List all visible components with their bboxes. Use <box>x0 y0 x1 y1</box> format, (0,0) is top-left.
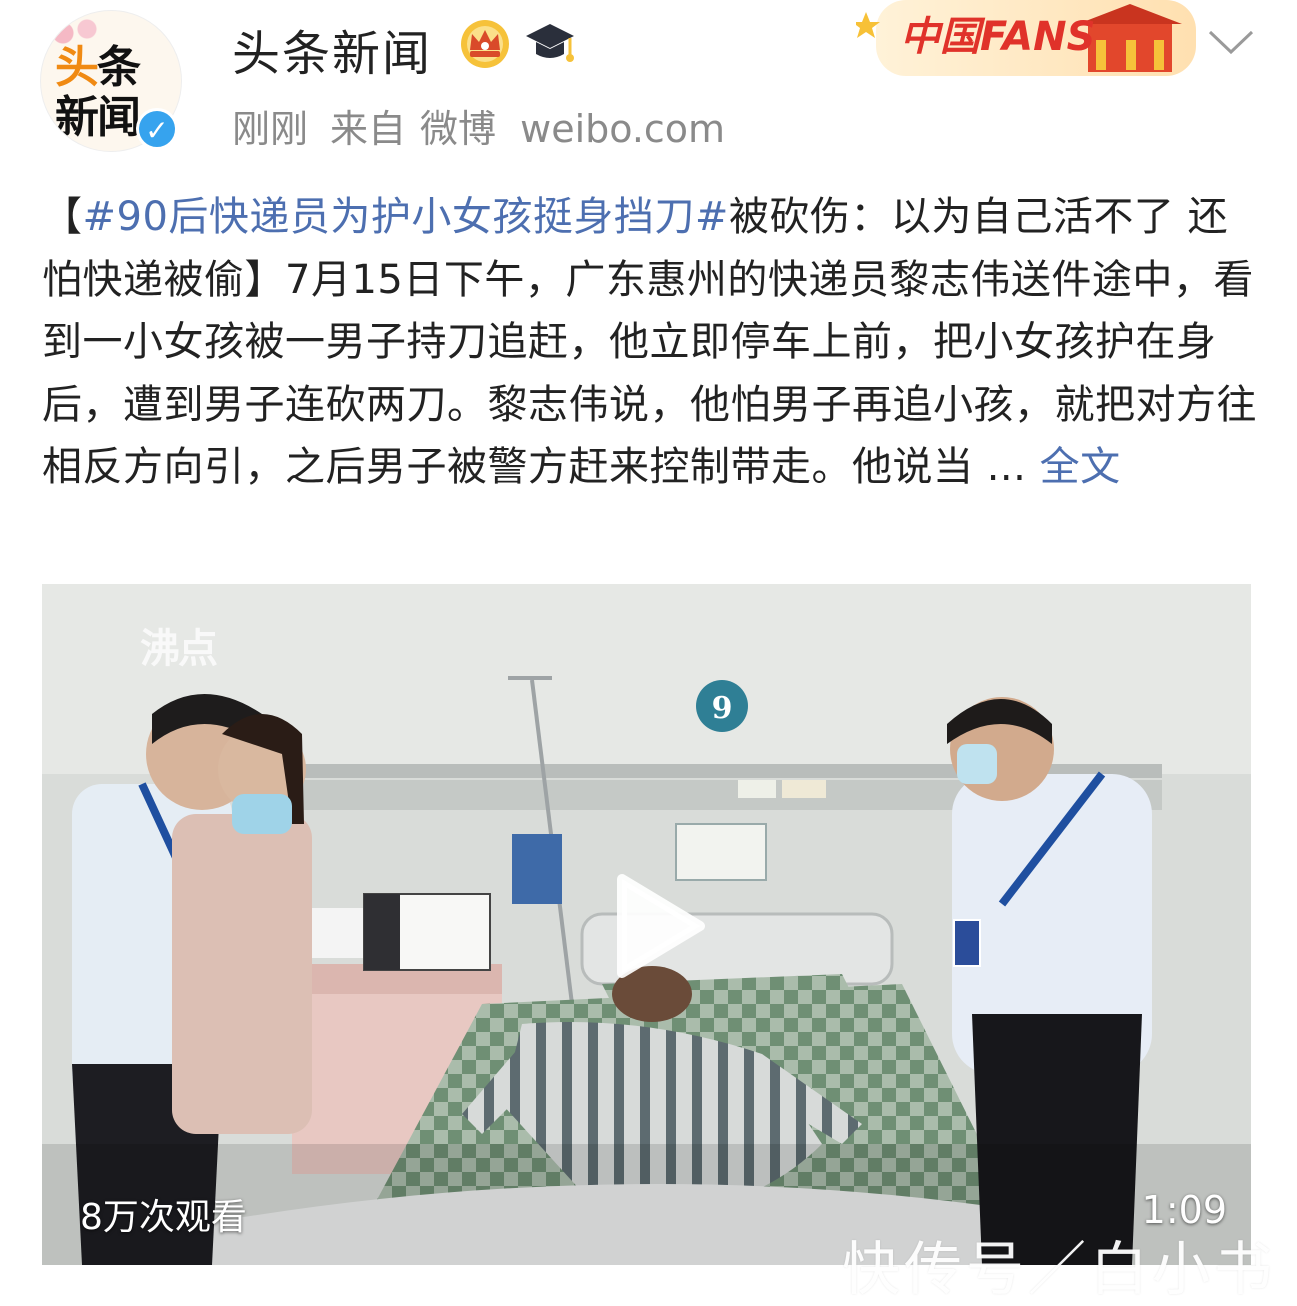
expand-full-text-link[interactable]: 全文 <box>1040 444 1121 490</box>
headline-close-bracket: 】 <box>244 256 285 303</box>
video-player[interactable]: 9 沸点 8万次观看 1:09 <box>42 584 1251 1265</box>
source-link[interactable]: 微博 weibo.com <box>420 107 725 151</box>
image-watermark: 快传号／白小书 <box>842 1235 1277 1303</box>
account-name[interactable]: 头条新闻 <box>232 14 432 84</box>
post-time: 刚刚 <box>232 107 309 151</box>
avatar-logo-line2: 新闻 <box>55 92 141 143</box>
post-content: 【#90后快递员为护小女孩挺身挡刀#被砍伤：以为自己活不了 还怕快递被偷】7月1… <box>42 186 1257 499</box>
source-prefix: 来自 <box>330 107 407 151</box>
video-watermark: 沸点 <box>140 626 218 672</box>
headline-open-bracket: 【 <box>42 194 83 240</box>
china-fans-banner[interactable]: 中国FANS <box>856 0 1196 80</box>
graduation-cap-icon[interactable] <box>522 16 578 70</box>
play-icon[interactable] <box>608 871 708 981</box>
post-meta: 刚刚 来自 微博 weibo.com <box>232 98 747 153</box>
view-count: 8万次观看 <box>80 1197 247 1238</box>
hashtag-link[interactable]: #90后快递员为护小女孩挺身挡刀# <box>83 194 729 240</box>
fans-banner-text: 中国FANS <box>900 14 1095 60</box>
crown-badge-icon[interactable] <box>458 18 512 70</box>
bed-number: 9 <box>712 691 733 726</box>
chevron-down-icon[interactable] <box>1204 22 1258 62</box>
verified-icon: ✓ <box>136 108 178 150</box>
